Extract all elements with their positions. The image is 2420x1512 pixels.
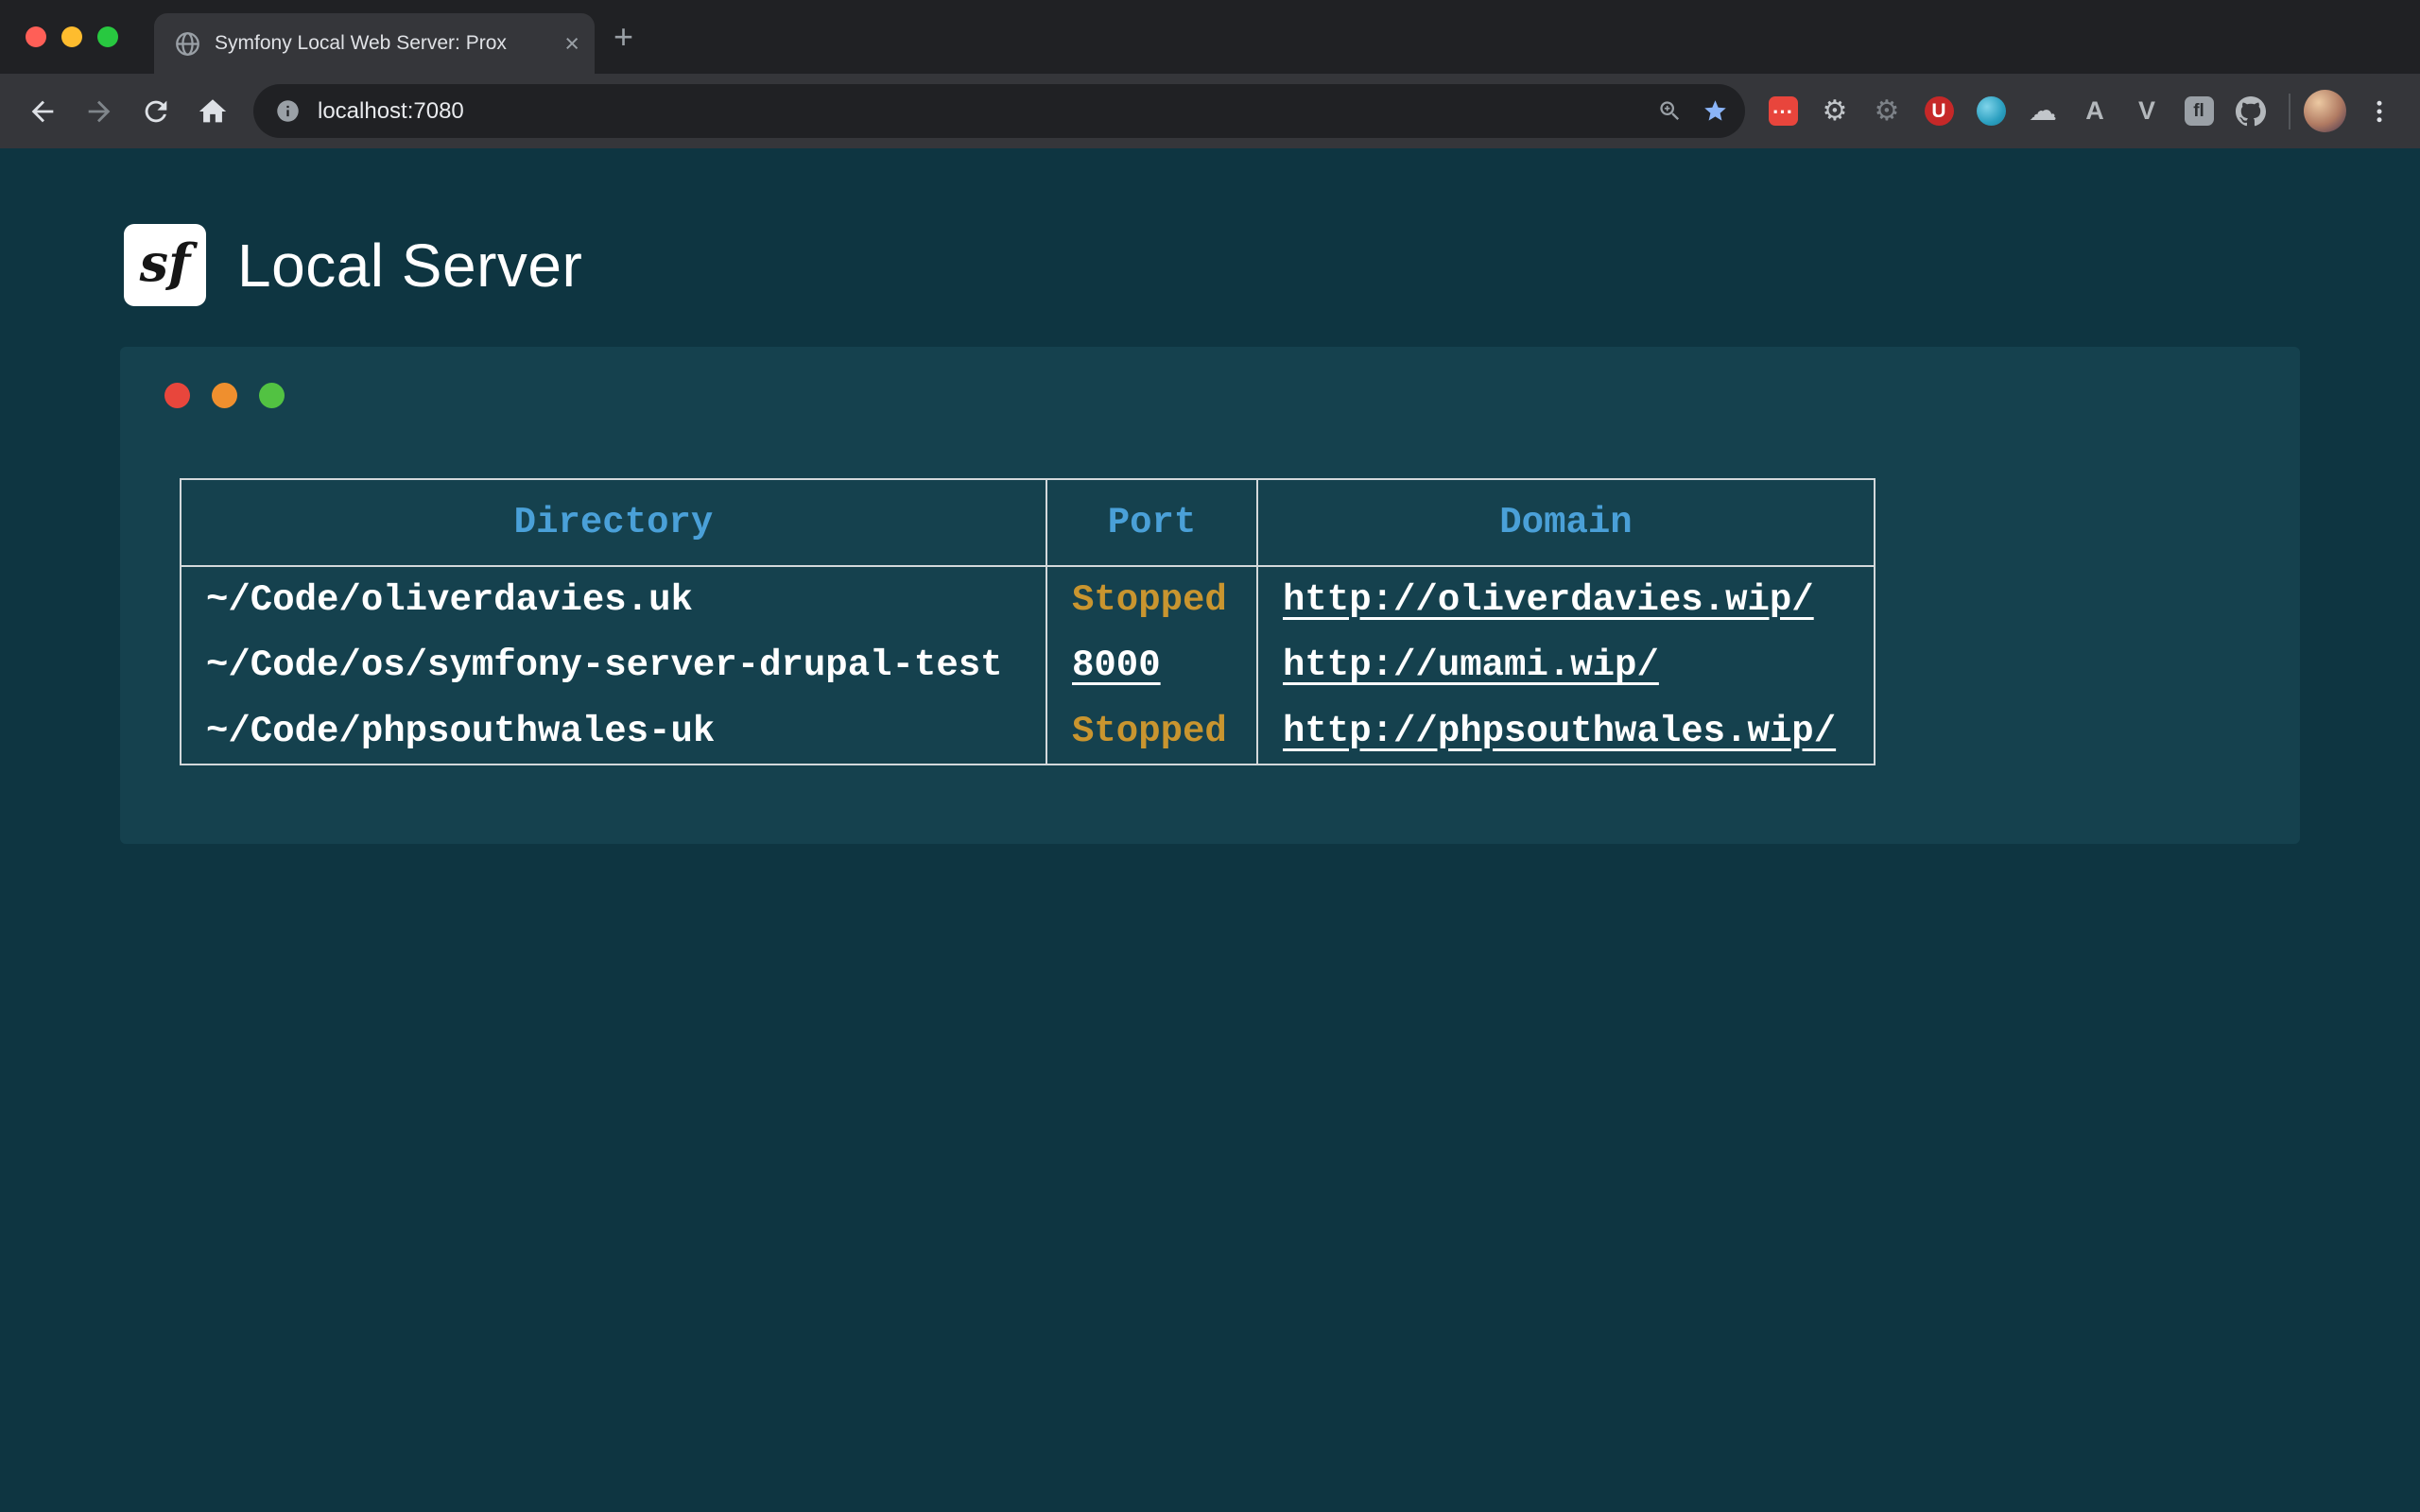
card-dot-green [259, 383, 285, 408]
symfony-logo: sf [124, 224, 206, 306]
fl-extension-icon[interactable]: fl [2178, 91, 2220, 132]
page-content: sf Local Server Directory Port Domain ~/… [0, 148, 2420, 1512]
domain-link[interactable]: http://oliverdavies.wip/ [1283, 579, 1814, 621]
reload-button[interactable] [129, 84, 183, 139]
address-bar[interactable]: localhost:7080 [253, 84, 1745, 138]
zoom-icon[interactable] [1649, 91, 1690, 132]
dark-gear-extension-icon[interactable]: ⚙ [1866, 91, 1908, 132]
domain-cell: http://umami.wip/ [1257, 632, 1875, 698]
url-text[interactable]: localhost:7080 [312, 98, 1645, 125]
teal-circle-extension-icon[interactable] [1970, 91, 2012, 132]
column-header-port: Port [1046, 479, 1257, 566]
tab-title: Symfony Local Web Server: Prox [215, 32, 550, 55]
port-cell: Stopped [1046, 566, 1257, 632]
card-dot-orange [212, 383, 237, 408]
browser-tab[interactable]: Symfony Local Web Server: Prox × [154, 13, 595, 74]
directory-cell: ~/Code/oliverdavies.uk [181, 566, 1046, 632]
home-button[interactable] [185, 84, 240, 139]
tab-favicon-globe-icon [175, 31, 200, 57]
tab-close-icon[interactable]: × [564, 31, 579, 57]
profile-avatar[interactable] [2304, 90, 2346, 132]
github-extension-icon[interactable] [2230, 91, 2272, 132]
forward-button[interactable] [72, 84, 127, 139]
back-button[interactable] [15, 84, 70, 139]
table-row: ~/Code/os/symfony-server-drupal-test 800… [181, 632, 1875, 698]
cloud-extension-icon[interactable]: ☁ [2022, 91, 2064, 132]
browser-menu-icon[interactable] [2354, 86, 2405, 137]
port-cell: 8000 [1046, 632, 1257, 698]
new-tab-button[interactable]: + [614, 0, 633, 74]
card-dot-red [164, 383, 190, 408]
toolbar-separator [2289, 94, 2290, 129]
directory-cell: ~/Code/phpsouthwales-uk [181, 698, 1046, 765]
gear-extension-icon[interactable]: ⚙ [1814, 91, 1856, 132]
page-title: Local Server [237, 231, 582, 301]
port-status-stopped: Stopped [1072, 579, 1227, 621]
ublock-extension-icon[interactable]: U [1918, 91, 1960, 132]
symfony-logo-text: sf [140, 232, 191, 293]
red-grid-extension-icon[interactable]: ⋯ [1762, 91, 1804, 132]
bookmark-star-icon[interactable] [1694, 91, 1736, 132]
table-row: ~/Code/oliverdavies.uk Stopped http://ol… [181, 566, 1875, 632]
table-header-row: Directory Port Domain [181, 479, 1875, 566]
domain-cell: http://oliverdavies.wip/ [1257, 566, 1875, 632]
brand-header: sf Local Server [0, 148, 2420, 306]
window-minimize-button[interactable] [61, 26, 82, 47]
domain-link[interactable]: http://umami.wip/ [1283, 644, 1659, 686]
card-window-dots [120, 383, 2300, 408]
extensions-bar: ⋯ ⚙ ⚙ U ☁ A V fl [1762, 91, 2272, 132]
servers-table: Directory Port Domain ~/Code/oliverdavie… [180, 478, 1876, 765]
tab-strip: Symfony Local Web Server: Prox × + [0, 0, 2420, 74]
window-controls [26, 0, 118, 74]
browser-toolbar: localhost:7080 ⋯ ⚙ ⚙ U ☁ A V [0, 74, 2420, 148]
letter-v-extension-icon[interactable]: V [2126, 91, 2168, 132]
port-link[interactable]: 8000 [1072, 644, 1161, 686]
domain-cell: http://phpsouthwales.wip/ [1257, 698, 1875, 765]
server-card: Directory Port Domain ~/Code/oliverdavie… [120, 347, 2300, 844]
column-header-directory: Directory [181, 479, 1046, 566]
port-status-stopped: Stopped [1072, 711, 1227, 752]
site-info-icon[interactable] [267, 91, 308, 132]
directory-cell: ~/Code/os/symfony-server-drupal-test [181, 632, 1046, 698]
port-cell: Stopped [1046, 698, 1257, 765]
window-zoom-button[interactable] [97, 26, 118, 47]
letter-a-extension-icon[interactable]: A [2074, 91, 2116, 132]
table-row: ~/Code/phpsouthwales-uk Stopped http://p… [181, 698, 1875, 765]
domain-link[interactable]: http://phpsouthwales.wip/ [1283, 711, 1836, 752]
window-close-button[interactable] [26, 26, 46, 47]
column-header-domain: Domain [1257, 479, 1875, 566]
